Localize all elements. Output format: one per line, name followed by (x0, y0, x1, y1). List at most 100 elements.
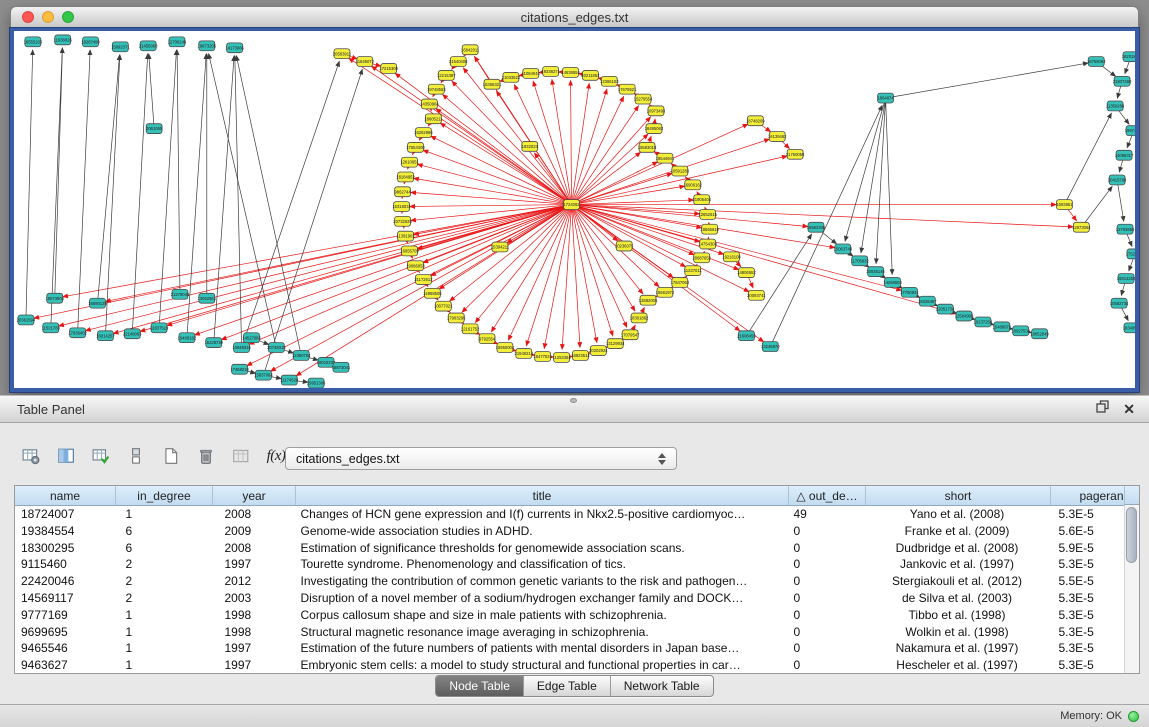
graph-node[interactable]: 19338271 (541, 67, 560, 77)
graph-node[interactable]: 11938026 (54, 35, 73, 45)
graph-node[interactable]: 19406182 (178, 333, 197, 343)
graph-node[interactable]: 20748315 (267, 343, 286, 353)
table-row[interactable]: 969969511998Structural magnetic resonanc… (15, 624, 1140, 641)
graph-node[interactable]: 14988505 (423, 288, 442, 298)
graph-node[interactable]: 10848316 (232, 343, 251, 353)
network-canvas[interactable]: 1724062186052111626298617554300126106511… (14, 31, 1135, 388)
graph-node[interactable]: 11649072 (356, 57, 375, 67)
graph-node[interactable]: 1832023 (522, 141, 539, 151)
graph-node[interactable]: 19674052 (1125, 126, 1135, 136)
graph-node[interactable]: 18748209 (746, 116, 765, 126)
graph-node[interactable]: 15092371 (111, 42, 130, 52)
tab-network-table[interactable]: Network Table (611, 676, 713, 696)
graph-node[interactable]: 20583911 (333, 49, 352, 59)
graph-node[interactable]: 16758093 (1087, 57, 1106, 67)
graph-node[interactable]: 20732625 (393, 216, 412, 226)
delete-button[interactable] (193, 443, 219, 469)
graph-node[interactable]: 21905404 (692, 195, 711, 205)
table-row[interactable]: 946554611997Estimation of the future num… (15, 640, 1140, 657)
graph-node[interactable]: 16262986 (414, 128, 433, 138)
graph-node[interactable]: 18652049 (1030, 329, 1049, 339)
graph-node[interactable]: 21608459 (737, 331, 756, 341)
column-header-in_degree[interactable]: in_degree (116, 486, 213, 506)
column-header-title[interactable]: title (296, 486, 789, 506)
graph-node[interactable]: 17847063 (671, 278, 690, 288)
graph-node[interactable]: 17079547 (621, 330, 640, 340)
graph-node[interactable]: 10973493 (647, 106, 666, 116)
graph-node[interactable]: 15063748 (834, 244, 853, 254)
window-titlebar[interactable]: citations_edges.txt (10, 6, 1139, 28)
graph-node[interactable]: 18267490 (81, 37, 100, 47)
table-row[interactable]: 946362711997Embryonic stem cells: a mode… (15, 657, 1140, 674)
graph-node[interactable]: 17903295 (447, 313, 466, 323)
graph-node[interactable]: 12706148 (168, 37, 187, 47)
graph-node[interactable]: 16873041 (332, 362, 351, 372)
graph-node[interactable]: 18605211 (424, 114, 443, 124)
graph-node[interactable]: 20093741 (747, 290, 766, 300)
graph-node[interactable]: 18923514 (571, 351, 590, 361)
graph-node[interactable]: 12652615 (698, 210, 717, 220)
graph-node[interactable]: 17936402 (68, 328, 87, 338)
graph-node[interactable]: 12610651 (400, 157, 419, 167)
graph-node[interactable]: 21540408 (449, 57, 468, 67)
graph-node[interactable]: 16055709 (400, 246, 419, 256)
graph-node[interactable]: 19086053 (406, 261, 425, 271)
graph-node[interactable]: 15583018 (638, 142, 657, 152)
graph-node[interactable]: 9862744 (394, 187, 411, 197)
column-header-out_de[interactable]: △ out_de… (789, 486, 866, 506)
graph-node[interactable]: 10077021 (434, 301, 453, 311)
graph-node[interactable]: 17679521 (618, 84, 637, 94)
graph-node[interactable]: 16014257 (96, 331, 115, 341)
graph-node[interactable]: 16328457 (918, 296, 937, 306)
float-panel-icon[interactable] (1096, 400, 1109, 418)
graph-node[interactable]: 14638554 (561, 67, 580, 77)
graph-node[interactable]: 13129934 (606, 339, 625, 349)
graph-node[interactable]: 11350286 (1106, 101, 1125, 111)
graph-node[interactable]: 10582734 (1110, 298, 1129, 308)
column-header-short[interactable]: short (866, 486, 1051, 506)
graph-node[interactable]: 12390764 (292, 351, 311, 361)
graph-node[interactable]: 11253364 (552, 352, 571, 362)
graph-node[interactable]: 9792554 (479, 334, 496, 344)
graph-node[interactable]: 14806552 (737, 268, 756, 278)
graph-node[interactable]: 20935146 (866, 267, 885, 277)
column-header-year[interactable]: year (213, 486, 296, 506)
table-row[interactable]: 1872400712008Changes of HCN gene express… (15, 506, 1140, 523)
graph-node[interactable]: 16555103 (24, 37, 43, 47)
graph-node[interactable]: 16842011 (461, 45, 480, 55)
column-header-name[interactable]: name (15, 486, 116, 506)
graph-node[interactable]: 15394211 (491, 242, 510, 252)
graph-node[interactable]: 14754304 (698, 239, 717, 249)
graph-node[interactable]: 14173066 (225, 43, 244, 53)
graph-node[interactable]: 16690125 (88, 298, 107, 308)
graph-node[interactable]: 13246870 (761, 342, 780, 352)
graph-node[interactable]: 12215397 (437, 70, 456, 80)
graph-node[interactable]: 21033522 (502, 72, 521, 82)
graph-node[interactable]: 12783650 (1116, 224, 1135, 234)
tab-node-table[interactable]: Node Table (436, 676, 524, 696)
graph-node[interactable]: 11521783 (42, 323, 61, 333)
graph-node[interactable]: 19565618 (700, 224, 719, 234)
new-file-button[interactable] (158, 443, 184, 469)
tab-edge-table[interactable]: Edge Table (524, 676, 611, 696)
table-row[interactable]: 2242004622012Investigating the contribut… (15, 573, 1140, 590)
graph-node[interactable]: 15279554 (634, 94, 653, 104)
graph-node[interactable]: 20687652 (692, 253, 711, 263)
graph-node[interactable]: 2061065 (146, 124, 163, 134)
graph-node[interactable]: 22051734 (936, 304, 955, 314)
graph-node[interactable]: 12837519 (150, 323, 169, 333)
import-table-button[interactable] (228, 443, 254, 469)
graph-node[interactable]: 21172612 (414, 275, 433, 285)
graph-node[interactable]: 16906162 (684, 180, 703, 190)
graph-node[interactable]: 20361594 (17, 315, 36, 325)
graph-node[interactable]: 14268503 (883, 278, 902, 288)
graph-node[interactable]: 15228730 (204, 338, 223, 348)
graph-node[interactable]: 19137250 (974, 317, 993, 327)
graph-node[interactable]: 15661972 (656, 287, 675, 297)
graph-node[interactable]: 17468210 (230, 364, 249, 374)
graph-node[interactable]: 14527083 (242, 333, 261, 343)
graph-node[interactable]: 12564908 (955, 311, 974, 321)
table-row[interactable]: 1938455462009Genome-wide association stu… (15, 523, 1140, 540)
graph-node[interactable]: 18184952 (396, 172, 415, 182)
graph-node[interactable]: 11084042 (522, 68, 541, 78)
